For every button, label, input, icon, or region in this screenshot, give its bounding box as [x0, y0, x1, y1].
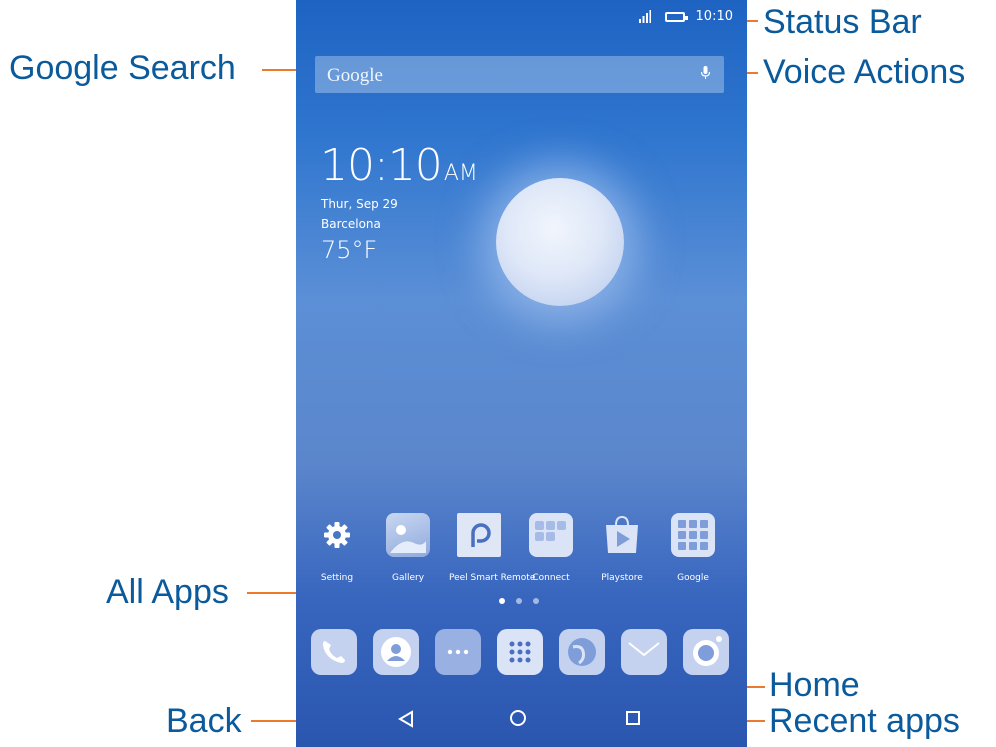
home-button[interactable]: [510, 710, 526, 726]
voice-actions-callout: Voice Actions: [763, 53, 966, 91]
app-label: Google: [677, 573, 709, 583]
google-search-callout: Google Search: [9, 49, 236, 87]
all-apps-icon[interactable]: [497, 629, 543, 675]
page-dot[interactable]: [516, 598, 522, 604]
messages-icon[interactable]: [435, 629, 481, 675]
clock-date: Thur, Sep 29: [321, 197, 398, 211]
battery-icon: [665, 12, 688, 22]
app-peel-smart-remote[interactable]: Peel Smart Remote: [449, 513, 536, 583]
app-label: Gallery: [391, 573, 425, 583]
email-icon[interactable]: [621, 629, 667, 675]
app-gallery[interactable]: Gallery: [378, 513, 438, 583]
clock-widget[interactable]: 10:10AM: [320, 140, 478, 191]
google-folder-icon: [671, 513, 715, 557]
app-connect[interactable]: Connect: [521, 513, 581, 583]
signal-icon: [639, 10, 651, 23]
back-button[interactable]: [396, 709, 416, 729]
recent-apps-button[interactable]: [626, 711, 640, 725]
camera-icon[interactable]: [683, 629, 729, 675]
phone-home-screen: 10:10 Google 10:10AM Thur, Sep 29 Barcel…: [296, 0, 747, 747]
app-setting[interactable]: Setting: [307, 513, 367, 583]
status-time: 10:10: [695, 9, 733, 24]
page-dot[interactable]: [499, 598, 505, 604]
app-label: Playstore: [601, 573, 643, 583]
recent-apps-callout: Recent apps: [769, 702, 960, 740]
connect-icon: [529, 513, 573, 557]
app-google-folder[interactable]: Google: [663, 513, 723, 583]
page-dot[interactable]: [533, 598, 539, 604]
home-callout: Home: [769, 666, 860, 704]
gallery-icon: [386, 513, 430, 557]
contacts-icon[interactable]: [373, 629, 419, 675]
peel-icon: [457, 513, 501, 557]
mic-icon[interactable]: [701, 66, 710, 79]
phone-icon[interactable]: [311, 629, 357, 675]
app-playstore[interactable]: Playstore: [592, 513, 652, 583]
app-label: Setting: [320, 573, 354, 583]
playstore-icon: [600, 513, 644, 557]
navigation-bar: [296, 693, 747, 747]
browser-icon[interactable]: [559, 629, 605, 675]
all-apps-callout: All Apps: [106, 573, 229, 611]
clock-ampm: AM: [443, 161, 478, 186]
moon-weather-icon: [496, 178, 624, 306]
status-bar: 10:10: [296, 0, 747, 34]
weather-city: Barcelona: [321, 217, 381, 231]
google-search-bar[interactable]: Google: [315, 56, 724, 93]
back-callout: Back: [166, 702, 242, 740]
status-bar-callout: Status Bar: [763, 3, 922, 41]
gear-icon: [315, 513, 359, 557]
weather-temperature: 75°F: [321, 236, 378, 264]
app-label: Peel Smart Remote: [449, 573, 536, 583]
clock-time: 10:10: [320, 140, 443, 191]
app-label: Connect: [532, 573, 570, 583]
search-text: Google: [327, 65, 383, 86]
